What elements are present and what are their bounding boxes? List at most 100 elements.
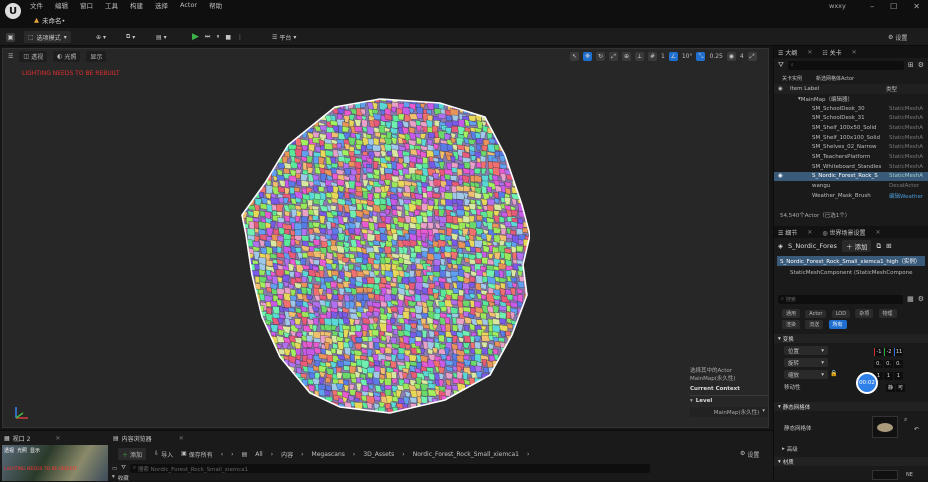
section-transform[interactable]: ▾变换	[774, 334, 928, 343]
tab-details[interactable]: ☰ 细节	[778, 228, 797, 237]
eye-icon[interactable]: ◉	[778, 173, 783, 179]
actor-name[interactable]: S_Nordic_Fores	[788, 242, 837, 250]
details-search-input[interactable]: ⌕搜索	[778, 295, 903, 304]
forward-icon[interactable]: ›	[231, 451, 233, 458]
section-static-mesh[interactable]: ▾静态网格体	[774, 402, 928, 411]
scale-snap-icon[interactable]: ⤡	[696, 52, 705, 61]
tree-row[interactable]: SM_Whiteboard_StandlesStaticMeshA	[774, 162, 928, 172]
grid-snap-value[interactable]: 1	[661, 53, 665, 60]
filter-icon[interactable]: ⛛	[778, 61, 784, 70]
scale-snap-value[interactable]: 0.25	[709, 53, 722, 60]
sidebar-toggle-icon[interactable]: ▭	[112, 466, 117, 472]
save-all-button[interactable]: ▣保存所有	[181, 450, 213, 459]
maximize-viewport-icon[interactable]: ⤢	[748, 52, 757, 61]
menu-actor[interactable]: Actor	[180, 1, 197, 9]
blueprint-button[interactable]: ⧉▾	[126, 31, 135, 43]
scale-z[interactable]: 1	[894, 372, 903, 380]
location-dropdown[interactable]: 位置▾	[784, 346, 828, 355]
folder-icon[interactable]: ▤	[242, 451, 248, 458]
menu-build[interactable]: 构建	[130, 0, 143, 10]
filter-all[interactable]: 所有	[829, 320, 847, 329]
table-icon[interactable]: ▦	[907, 295, 914, 303]
close-icon[interactable]: ✕	[913, 2, 920, 11]
world-space-icon[interactable]: ⊕	[622, 52, 631, 61]
filter-rendering[interactable]: 渲染	[782, 320, 800, 329]
breadcrumb-item[interactable]: All	[255, 451, 262, 458]
filter-physics[interactable]: 物理	[879, 309, 897, 318]
tree-row[interactable]: SM_TeachersPlatformStaticMeshA	[774, 152, 928, 162]
breadcrumb-item[interactable]: Nordic_Forest_Rock_Small_xiemca1	[413, 451, 519, 458]
rotation-y[interactable]: 0.	[884, 360, 893, 368]
location-x[interactable]: -1	[874, 348, 883, 356]
document-tab[interactable]: ▲ 未命名•	[34, 13, 65, 26]
tree-row[interactable]: SM_Shelves_02_NarrowStaticMeshA	[774, 142, 928, 152]
show-button[interactable]: 显示	[86, 51, 106, 62]
favorites-row[interactable]: ▾收藏	[112, 474, 129, 482]
add-filter-icon[interactable]: ⊞	[908, 61, 914, 69]
menu-tools[interactable]: 工具	[105, 0, 118, 10]
filter-actor[interactable]: Actor	[805, 310, 826, 318]
tab-outliner[interactable]: ☰ 大纲	[778, 48, 797, 57]
save-icon[interactable]: ▣	[6, 31, 15, 43]
scale-dropdown[interactable]: 缩放▾	[784, 370, 828, 379]
close-icon[interactable]: ✕	[807, 229, 812, 236]
browse-icon[interactable]: ⌕	[904, 416, 907, 424]
tab-content-browser[interactable]: ▤内容浏览器✕	[113, 433, 184, 444]
column-item-label[interactable]: Item Label	[790, 86, 819, 92]
surface-snap-icon[interactable]: ⟂	[635, 52, 644, 61]
cinematics-button[interactable]: ▤▾	[156, 31, 167, 43]
content-search-input[interactable]: ⌕搜索 Nordic_Forest_Rock_Small_xiemca1	[130, 464, 650, 473]
breadcrumb-item[interactable]: Megascans	[312, 451, 345, 458]
mesh-thumbnail[interactable]	[872, 416, 898, 438]
move-tool-icon[interactable]: ✥	[583, 52, 592, 61]
import-button[interactable]: ⇩导入	[154, 450, 173, 459]
tree-row[interactable]: ▾ MainMap（编辑器）	[774, 94, 928, 104]
minimize-icon[interactable]: –	[870, 2, 874, 11]
back-icon[interactable]: ‹	[221, 451, 223, 458]
menu-select[interactable]: 选择	[155, 0, 168, 10]
section-materials[interactable]: ▾材质	[774, 457, 928, 466]
component-child[interactable]: StaticMeshComponent (StaticMeshCompone	[774, 268, 928, 278]
column-type[interactable]: 类型	[886, 85, 897, 93]
gear-icon[interactable]: ⚙	[918, 61, 924, 69]
grid-snap-icon[interactable]: #	[648, 52, 657, 61]
filter-misc[interactable]: 杂项	[855, 309, 873, 318]
tab-viewport-2[interactable]: ▦视口 2✕	[4, 433, 60, 444]
add-button[interactable]: ＋添加	[118, 448, 146, 460]
tree-row-selected[interactable]: ◉S_Nordic_Forest_Rock_SStaticMeshA	[774, 172, 928, 182]
outliner-search-input[interactable]: ⌕	[788, 61, 904, 70]
content-settings-button[interactable]: ⚙设置	[740, 450, 759, 459]
select-tool-icon[interactable]: ↖	[570, 52, 579, 61]
filter-tab-selected-mesh[interactable]: 新选网格体Actor	[816, 75, 854, 82]
menu-edit[interactable]: 编辑	[55, 0, 68, 10]
menu-help[interactable]: 帮助	[209, 0, 222, 10]
recording-timer-badge[interactable]: 00:02	[856, 372, 878, 394]
scale-tool-icon[interactable]: ⤢	[609, 52, 618, 61]
settings-button[interactable]: ⚙设置	[888, 31, 907, 43]
create-button[interactable]: ⊕▾	[96, 31, 106, 43]
tree-row[interactable]: SM_SchoolDesk_30StaticMeshA	[774, 104, 928, 114]
breadcrumb-item[interactable]: 3D_Assets	[363, 451, 394, 458]
rotation-dropdown[interactable]: 旋转▾	[784, 358, 828, 367]
tree-row[interactable]: wanguDecalActor	[774, 181, 928, 191]
close-icon[interactable]: ✕	[876, 229, 881, 236]
rotate-tool-icon[interactable]: ↻	[596, 52, 605, 61]
breadcrumb-item[interactable]: 内容	[281, 450, 293, 459]
mobility-static[interactable]: 静	[886, 384, 895, 392]
level-dropdown[interactable]: MainMap(永久性)▾	[690, 407, 768, 417]
rotation-z[interactable]: 0.	[894, 360, 903, 368]
rotation-x[interactable]: 0.	[874, 360, 883, 368]
rock-mesh-cluster-view[interactable]	[240, 95, 530, 420]
tree-row[interactable]: SM_Shelf_100x50_SolidStaticMeshA	[774, 123, 928, 133]
close-icon[interactable]: ✕	[807, 49, 812, 56]
filter-lod[interactable]: LOD	[832, 310, 850, 318]
step-icon[interactable]: ⏭	[205, 33, 210, 41]
rotation-snap-value[interactable]: 10°	[682, 53, 693, 60]
blueprint-icon[interactable]: ⧉	[876, 242, 881, 251]
menu-window[interactable]: 窗口	[80, 0, 93, 10]
component-root[interactable]: S_Nordic_Forest_Rock_Small_xiemca1_high（…	[777, 256, 925, 266]
stop-icon[interactable]: ■	[225, 34, 231, 41]
add-component-button[interactable]: ＋添加	[842, 240, 872, 252]
maximize-icon[interactable]: ☐	[890, 2, 897, 11]
filter-tab-level-instances[interactable]: 关卡实例	[782, 75, 802, 82]
